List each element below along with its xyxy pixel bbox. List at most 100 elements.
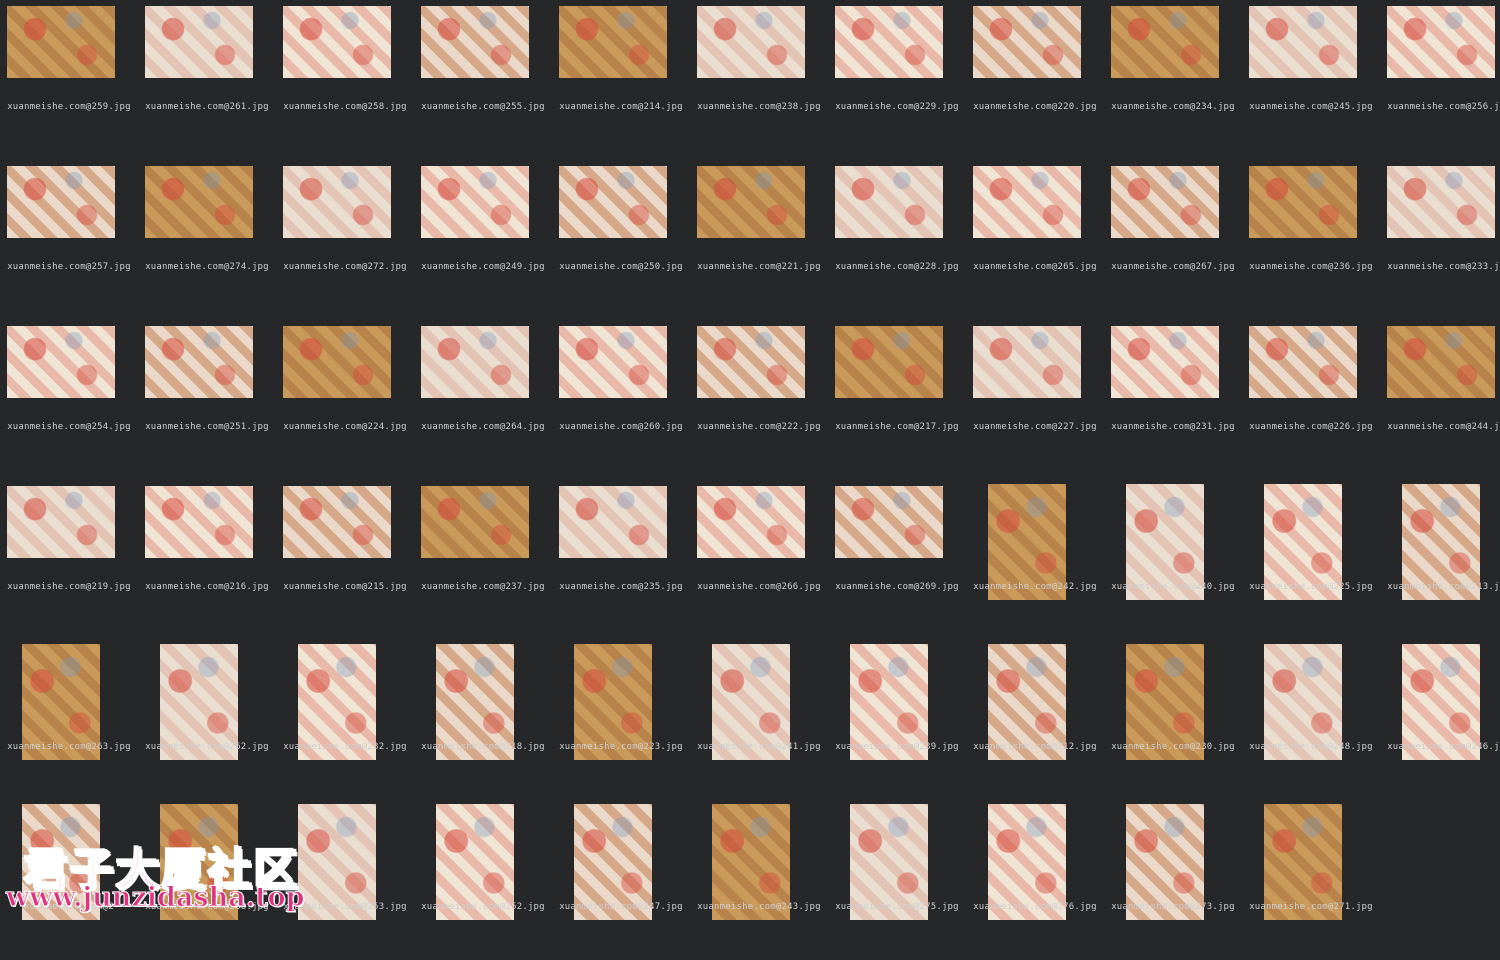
thumbnail-item[interactable]: xuanmeishe.com@229.jpg (828, 0, 966, 160)
thumbnail-image[interactable] (835, 6, 943, 78)
thumbnail-item[interactable]: xuanmeishe.com@225.jpg (1242, 480, 1380, 640)
thumbnail-item[interactable]: xuanmeishe.com@244.jpg (1380, 320, 1500, 480)
thumbnail-item[interactable]: xuanmeishe.com@215.jpg (276, 480, 414, 640)
thumbnail-item[interactable]: xuanmeishe.com@231.jpg (1104, 320, 1242, 480)
thumbnail-image[interactable] (145, 166, 253, 238)
thumbnail-image[interactable] (7, 6, 115, 78)
thumbnail-item[interactable]: xuanmeishe.com@222.jpg (690, 320, 828, 480)
thumbnail-item[interactable]: xuanmeishe.com@226.jpg (1242, 320, 1380, 480)
thumbnail-item[interactable]: xuanmeishe.com@272.jpg (276, 160, 414, 320)
thumbnail-item[interactable]: xuanmeishe.com@235.jpg (552, 480, 690, 640)
thumbnail-image[interactable] (421, 486, 529, 558)
thumbnail-image[interactable] (421, 166, 529, 238)
thumbnail-item[interactable]: xuanmeishe.com@256.jpg (1380, 0, 1500, 160)
thumbnail-item[interactable]: xuanmeishe.com@219.jpg (0, 480, 138, 640)
thumbnail-image[interactable] (421, 326, 529, 398)
thumbnail-image[interactable] (421, 6, 529, 78)
thumbnail-image[interactable] (1387, 326, 1495, 398)
thumbnail-item[interactable]: xuanmeishe.com@259.jpg (0, 0, 138, 160)
thumbnail-item[interactable]: xuanmeishe.com@220.jpg (966, 0, 1104, 160)
thumbnail-image[interactable] (145, 486, 253, 558)
thumbnail-item[interactable]: xuanmeishe.com@264.jpg (414, 320, 552, 480)
thumbnail-image[interactable] (973, 6, 1081, 78)
thumbnail-image[interactable] (559, 486, 667, 558)
thumbnail-item[interactable]: xuanmeishe.com@236.jpg (1242, 160, 1380, 320)
thumbnail-item[interactable]: xuanmeishe.com@239.jpg (828, 640, 966, 800)
thumbnail-item[interactable]: xuanmeishe.com@253.jpg (276, 800, 414, 960)
thumbnail-item[interactable]: xuanmeishe.com@230.jpg (1104, 640, 1242, 800)
thumbnail-image[interactable] (697, 486, 805, 558)
thumbnail-image[interactable] (283, 326, 391, 398)
thumbnail-image[interactable] (1249, 326, 1357, 398)
thumbnail-image[interactable] (973, 326, 1081, 398)
thumbnail-item[interactable]: xuanmeishe.com@269.jpg (828, 480, 966, 640)
thumbnail-item[interactable]: xuanmeishe.com@250.jpg (552, 160, 690, 320)
thumbnail-item[interactable]: xuanmeishe.com@260.jpg (552, 320, 690, 480)
thumbnail-image[interactable] (559, 6, 667, 78)
thumbnail-image[interactable] (559, 326, 667, 398)
thumbnail-item[interactable]: xuanmeishe.com@242.jpg (966, 480, 1104, 640)
thumbnail-item[interactable]: xuanmeishe.com@257.jpg (0, 160, 138, 320)
thumbnail-item[interactable]: xuanmeishe.com@261.jpg (138, 0, 276, 160)
thumbnail-item[interactable]: xuanmeishe.com@216.jpg (138, 480, 276, 640)
thumbnail-item[interactable]: xuanmeishe.com@247.jpg (552, 800, 690, 960)
thumbnail-image[interactable] (283, 486, 391, 558)
thumbnail-item[interactable]: xuanmeishe.com@221.jpg (690, 160, 828, 320)
thumbnail-item[interactable]: xuanmeishe.com@271.jpg (1242, 800, 1380, 960)
thumbnail-image[interactable] (283, 166, 391, 238)
thumbnail-item[interactable]: xuanmeishe.com@238.jpg (690, 0, 828, 160)
thumbnail-item[interactable]: xuanmeishe.com@228.jpg (828, 160, 966, 320)
thumbnail-item[interactable]: xuanmeishe.com@275.jpg (828, 800, 966, 960)
thumbnail-item[interactable]: xuanmeishe.com@245.jpg (1242, 0, 1380, 160)
thumbnail-item[interactable]: xuanmeishe.com@241.jpg (690, 640, 828, 800)
thumbnail-item[interactable]: xuanmeishe.com@255.jpg (414, 0, 552, 160)
thumbnail-image[interactable] (1387, 166, 1495, 238)
thumbnail-item[interactable]: xuanmeishe.com@213.jpg (1380, 480, 1500, 640)
thumbnail-item[interactable]: xuanmeishe.com@214.jpg (552, 0, 690, 160)
thumbnail-item[interactable]: xuanmeishe.com@273.jpg (1104, 800, 1242, 960)
thumbnail-item[interactable]: xuanmeishe.com@218.jpg (414, 640, 552, 800)
thumbnail-image[interactable] (7, 326, 115, 398)
thumbnail-item[interactable]: xuanmeishe.com@266.jpg (690, 480, 828, 640)
thumbnail-image[interactable] (7, 166, 115, 238)
thumbnail-item[interactable]: xuanmeishe.com@224.jpg (276, 320, 414, 480)
thumbnail-item[interactable]: xuanmeishe.com@240.jpg (1104, 480, 1242, 640)
thumbnail-image[interactable] (1111, 326, 1219, 398)
thumbnail-item[interactable]: xuanmeishe.com@254.jpg (0, 320, 138, 480)
thumbnail-item[interactable]: xuanmeishe.com@212.jpg (966, 640, 1104, 800)
thumbnail-image[interactable] (697, 6, 805, 78)
thumbnail-item[interactable]: xuanmeishe.com@258.jpg (276, 0, 414, 160)
thumbnail-item[interactable]: xuanmeishe.com@2 (0, 800, 138, 960)
thumbnail-image[interactable] (835, 486, 943, 558)
thumbnail-item[interactable]: xuanmeishe.com@246.jpg (1380, 640, 1500, 800)
thumbnail-item[interactable]: xuanmeishe.com@234.jpg (1104, 0, 1242, 160)
thumbnail-image[interactable] (697, 166, 805, 238)
thumbnail-item[interactable]: xuanmeishe.com@262.jpg (138, 640, 276, 800)
thumbnail-item[interactable]: xuanmeishe.com@267.jpg (1104, 160, 1242, 320)
thumbnail-image[interactable] (1387, 6, 1495, 78)
thumbnail-item[interactable]: xuanmeishe.com@276.jpg (966, 800, 1104, 960)
thumbnail-image[interactable] (1249, 6, 1357, 78)
thumbnail-item[interactable]: xuanmeishe.com@232.jpg (276, 640, 414, 800)
thumbnail-image[interactable] (145, 326, 253, 398)
thumbnail-item[interactable]: xuanmeishe.com@237.jpg (414, 480, 552, 640)
thumbnail-item[interactable]: xuanmeishe.com@274.jpg (138, 160, 276, 320)
thumbnail-image[interactable] (145, 6, 253, 78)
thumbnail-image[interactable] (1249, 166, 1357, 238)
thumbnail-image[interactable] (973, 166, 1081, 238)
thumbnail-item[interactable]: xuanmeishe.com@243.jpg (690, 800, 828, 960)
thumbnail-image[interactable] (835, 166, 943, 238)
thumbnail-item[interactable]: xuanmeishe.com@248.jpg (1242, 640, 1380, 800)
thumbnail-image[interactable] (697, 326, 805, 398)
thumbnail-item[interactable]: xuanmeishe.com@251.jpg (138, 320, 276, 480)
thumbnail-image[interactable] (1111, 6, 1219, 78)
thumbnail-item[interactable]: xuanmeishe.com@268.jpg (138, 800, 276, 960)
thumbnail-image[interactable] (559, 166, 667, 238)
thumbnail-image[interactable] (7, 486, 115, 558)
thumbnail-image[interactable] (835, 326, 943, 398)
thumbnail-item[interactable]: xuanmeishe.com@223.jpg (552, 640, 690, 800)
thumbnail-item[interactable]: xuanmeishe.com@227.jpg (966, 320, 1104, 480)
thumbnail-item[interactable]: xuanmeishe.com@217.jpg (828, 320, 966, 480)
thumbnail-item[interactable]: xuanmeishe.com@263.jpg (0, 640, 138, 800)
thumbnail-item[interactable]: xuanmeishe.com@233.jpg (1380, 160, 1500, 320)
